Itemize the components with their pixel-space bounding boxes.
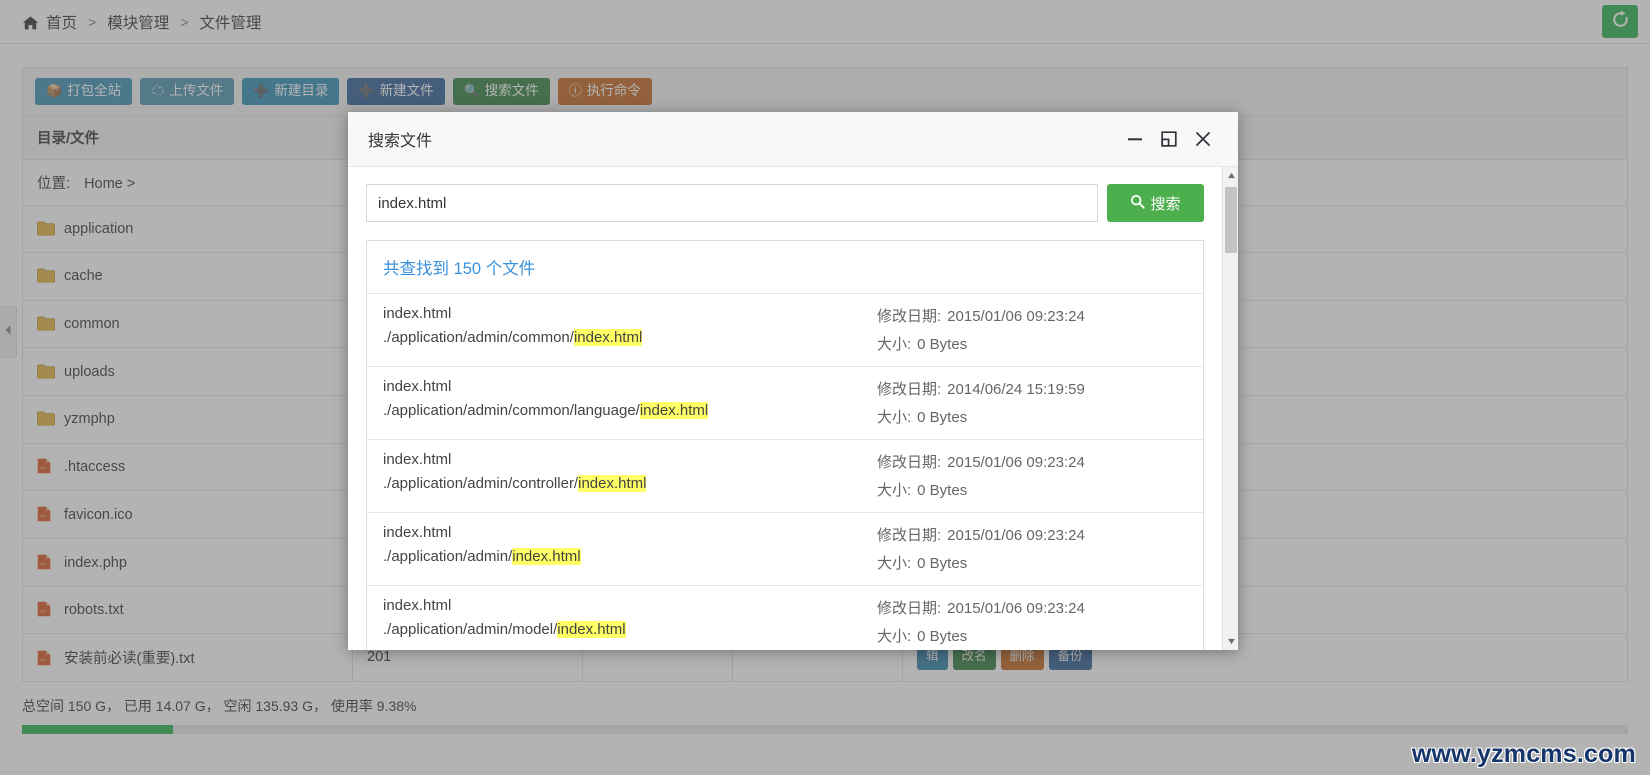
- path-match-highlight: index.html: [512, 548, 581, 565]
- search-result-left: index.html ./application/admin/common/lan…: [383, 378, 877, 427]
- search-result-path: ./application/admin/common/index.html: [383, 329, 877, 346]
- search-file-modal: 搜索文件 index.html 搜索 共查找到 150 个文件 index.ht…: [348, 112, 1238, 650]
- size-value: 0 Bytes: [917, 409, 968, 426]
- path-prefix: ./application/admin/common/: [383, 329, 574, 346]
- modal-scroll-content: 搜索 共查找到 150 个文件 index.html./application/…: [348, 167, 1222, 650]
- size-value: 0 Bytes: [917, 628, 968, 645]
- site-watermark: www.yzmcms.com: [1411, 740, 1636, 768]
- modal-close-button[interactable]: [1186, 122, 1220, 156]
- size-value: 0 Bytes: [917, 482, 968, 499]
- search-result-meta: 修改日期: 2015/01/06 09:23:24 大小: 0 Bytes: [877, 451, 1187, 500]
- size-label: 大小:: [877, 555, 912, 572]
- size-label: 大小:: [877, 628, 912, 645]
- search-result-size: 大小: 0 Bytes: [877, 625, 1187, 646]
- path-match-highlight: index.html: [639, 402, 709, 419]
- search-result-size: 大小: 0 Bytes: [877, 552, 1187, 573]
- search-result-left: index.html ./application/admin/model/inde…: [383, 597, 877, 646]
- date-value: 2015/01/06 09:23:24: [947, 527, 1085, 544]
- modal-maximize-button[interactable]: [1152, 122, 1186, 156]
- search-result-date: 修改日期: 2014/06/24 15:19:59: [877, 378, 1187, 399]
- path-match-highlight: index.html: [578, 475, 647, 492]
- search-submit-label: 搜索: [1150, 195, 1181, 213]
- date-label: 修改日期:: [877, 454, 942, 471]
- search-icon: [1130, 194, 1146, 213]
- date-label: 修改日期:: [877, 308, 942, 325]
- path-prefix: ./application/admin/common/language/: [383, 402, 640, 419]
- search-result-left: index.html ./application/admin/controller…: [383, 451, 877, 500]
- date-label: 修改日期:: [877, 381, 942, 398]
- size-label: 大小:: [877, 336, 912, 353]
- date-value: 2015/01/06 09:23:24: [947, 308, 1085, 325]
- search-form: 搜索: [366, 184, 1222, 222]
- search-result-meta: 修改日期: 2015/01/06 09:23:24 大小: 0 Bytes: [877, 305, 1187, 354]
- search-result-left: index.html ./application/admin/common/ind…: [383, 305, 877, 354]
- date-value: 2014/06/24 15:19:59: [947, 381, 1085, 398]
- search-results-panel: 共查找到 150 个文件 index.html ./application/adm…: [366, 240, 1204, 650]
- size-label: 大小:: [877, 409, 912, 426]
- search-result-path: ./application/admin/controller/index.htm…: [383, 475, 877, 492]
- search-result-meta: 修改日期: 2014/06/24 15:19:59 大小: 0 Bytes: [877, 378, 1187, 427]
- path-match-highlight: index.html: [573, 329, 643, 346]
- date-value: 2015/01/06 09:23:24: [947, 600, 1085, 617]
- search-result-meta: 修改日期: 2015/01/06 09:23:24 大小: 0 Bytes: [877, 524, 1187, 573]
- results-count: 共查找到 150 个文件: [383, 260, 536, 278]
- path-prefix: ./application/admin/: [383, 548, 513, 565]
- size-label: 大小:: [877, 482, 912, 499]
- search-result-meta: 修改日期: 2015/01/06 09:23:24 大小: 0 Bytes: [877, 597, 1187, 646]
- scrollbar-thumb[interactable]: [1225, 187, 1237, 253]
- search-result-item[interactable]: index.html ./application/admin/model/inde…: [367, 585, 1203, 650]
- search-result-filename: index.html: [383, 378, 452, 395]
- search-result-date: 修改日期: 2015/01/06 09:23:24: [877, 524, 1187, 545]
- search-result-path: ./application/admin/model/index.html: [383, 621, 877, 638]
- search-result-filename: index.html: [383, 524, 452, 541]
- modal-title: 搜索文件: [368, 133, 433, 150]
- search-result-date: 修改日期: 2015/01/06 09:23:24: [877, 451, 1187, 472]
- modal-header[interactable]: 搜索文件: [348, 112, 1238, 167]
- search-result-item[interactable]: index.html ./application/admin/index.html…: [367, 512, 1203, 585]
- modal-minimize-button[interactable]: [1118, 122, 1152, 156]
- search-result-filename: index.html: [383, 597, 452, 614]
- modal-body: 搜索 共查找到 150 个文件 index.html./application/…: [348, 167, 1238, 650]
- search-result-filename: index.html: [383, 451, 452, 468]
- search-result-filename: index.html: [383, 305, 452, 322]
- search-result-item[interactable]: index.html ./application/admin/common/lan…: [367, 366, 1203, 439]
- search-result-path: ./application/admin/common/language/inde…: [383, 402, 877, 419]
- date-value: 2015/01/06 09:23:24: [947, 454, 1085, 471]
- size-value: 0 Bytes: [917, 555, 968, 572]
- search-result-path: ./application/admin/index.html: [383, 548, 877, 565]
- search-result-item[interactable]: index.html ./application/admin/common/ind…: [367, 293, 1203, 366]
- path-match-highlight: index.html: [557, 621, 626, 638]
- search-result-size: 大小: 0 Bytes: [877, 479, 1187, 500]
- path-prefix: ./application/admin/model/: [383, 621, 558, 638]
- search-result-date: 修改日期: 2015/01/06 09:23:24: [877, 597, 1187, 618]
- scrollbar-up-button[interactable]: [1223, 167, 1238, 184]
- search-result-size: 大小: 0 Bytes: [877, 333, 1187, 354]
- scrollbar-down-button[interactable]: [1223, 633, 1238, 650]
- date-label: 修改日期:: [877, 527, 942, 544]
- path-prefix: ./application/admin/controller/: [383, 475, 579, 492]
- modal-scrollbar[interactable]: [1222, 167, 1238, 650]
- search-result-item[interactable]: index.html ./application/admin/controller…: [367, 439, 1203, 512]
- date-label: 修改日期:: [877, 600, 942, 617]
- search-result-date: 修改日期: 2015/01/06 09:23:24: [877, 305, 1187, 326]
- search-result-left: index.html ./application/admin/index.html: [383, 524, 877, 573]
- size-value: 0 Bytes: [917, 336, 968, 353]
- search-submit-button[interactable]: 搜索: [1107, 184, 1204, 222]
- search-result-size: 大小: 0 Bytes: [877, 406, 1187, 427]
- search-input[interactable]: [366, 184, 1098, 222]
